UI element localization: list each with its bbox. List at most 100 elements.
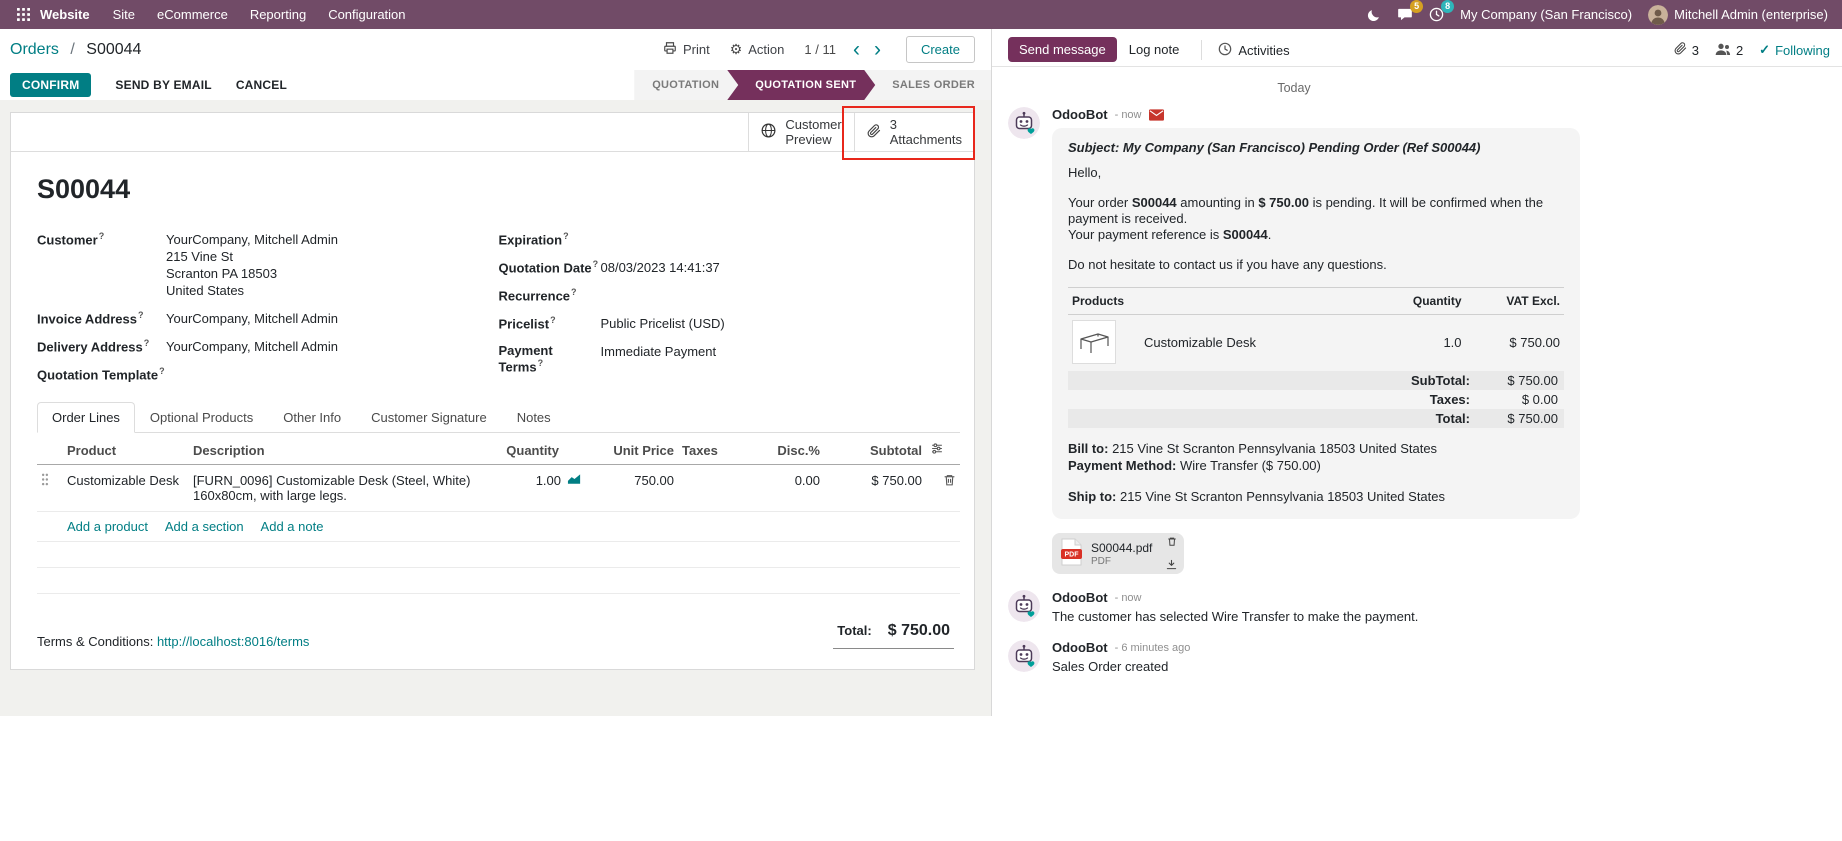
message-author[interactable]: OdooBot: [1052, 640, 1108, 655]
tab-order-lines[interactable]: Order Lines: [37, 402, 135, 433]
forecast-chart-icon[interactable]: [567, 473, 582, 488]
customer-value[interactable]: YourCompany, Mitchell Admin 215 Vine St …: [166, 231, 338, 299]
menu-configuration[interactable]: Configuration: [317, 0, 416, 29]
optional-columns-header[interactable]: [926, 433, 960, 465]
tab-other-info[interactable]: Other Info: [268, 402, 356, 433]
invoice-address-value[interactable]: YourCompany, Mitchell Admin: [166, 310, 338, 327]
attachment-filetype: PDF: [1091, 556, 1152, 567]
customer-preview-button[interactable]: Customer Preview: [748, 113, 853, 151]
add-a-note-link[interactable]: Add a note: [261, 519, 324, 534]
activities-button[interactable]: Activities: [1212, 37, 1295, 64]
terms-link[interactable]: http://localhost:8016/terms: [157, 634, 309, 649]
line-product[interactable]: Customizable Desk: [63, 465, 189, 512]
line-description[interactable]: [FURN_0096] Customizable Desk (Steel, Wh…: [189, 465, 494, 512]
message-author[interactable]: OdooBot: [1052, 590, 1108, 605]
menu-ecommerce[interactable]: eCommerce: [146, 0, 239, 29]
attachment-filename[interactable]: S00044.pdf: [1091, 541, 1152, 556]
stage-quotation-sent[interactable]: QUOTATION SENT: [727, 70, 876, 100]
cancel-button[interactable]: CANCEL: [236, 78, 287, 92]
download-attachment-icon[interactable]: [1166, 559, 1177, 570]
user-avatar: [1648, 5, 1668, 25]
product-column-header[interactable]: Product: [63, 433, 189, 465]
message-author[interactable]: OdooBot: [1052, 107, 1108, 122]
message-header: OdooBot - now: [1052, 590, 1580, 605]
paperclip-icon: [867, 123, 881, 142]
products-column: Products: [1068, 288, 1375, 315]
help-tooltip: ?: [571, 287, 577, 297]
date-divider: Today: [1008, 81, 1580, 95]
message-time: - now: [1115, 109, 1142, 121]
payment-terms-value[interactable]: Immediate Payment: [601, 343, 717, 374]
menu-reporting[interactable]: Reporting: [239, 0, 317, 29]
print-button[interactable]: Print: [663, 41, 710, 58]
payment-terms-label: Payment Terms?: [499, 343, 601, 374]
line-quantity[interactable]: 1.00: [494, 465, 586, 512]
email-products-table: Products Quantity VAT Excl. Customizable…: [1068, 287, 1564, 369]
line-taxes[interactable]: [678, 465, 744, 512]
order-line-row[interactable]: Customizable Desk [FURN_0096] Customizab…: [37, 465, 960, 512]
invoice-address-label: Invoice Address?: [37, 310, 166, 327]
subtotal-column-header[interactable]: Subtotal: [824, 433, 926, 465]
tab-customer-signature[interactable]: Customer Signature: [356, 402, 502, 433]
disc-column-header[interactable]: Disc.%: [744, 433, 824, 465]
odoobot-avatar: [1008, 107, 1040, 139]
send-by-email-button[interactable]: SEND BY EMAIL: [115, 78, 211, 92]
create-button[interactable]: Create: [906, 36, 975, 63]
add-a-section-link[interactable]: Add a section: [165, 519, 244, 534]
messages-icon[interactable]: 5: [1397, 7, 1413, 22]
log-note-button[interactable]: Log note: [1117, 37, 1192, 62]
action-menu-button[interactable]: ⚙ Action: [730, 41, 785, 58]
activities-clock-icon[interactable]: 8: [1429, 7, 1444, 22]
description-column-header[interactable]: Description: [189, 433, 494, 465]
quantity-column-header[interactable]: Quantity: [494, 433, 586, 465]
line-disc[interactable]: 0.00: [744, 465, 824, 512]
apps-grid-icon[interactable]: [10, 8, 36, 21]
dark-mode-moon-icon[interactable]: [1367, 8, 1381, 22]
pager-previous-icon[interactable]: ‹: [848, 42, 865, 58]
attachment-card[interactable]: PDF S00044.pdf PDF: [1052, 533, 1184, 574]
handle-column-header: [37, 433, 63, 465]
menu-site[interactable]: Site: [102, 0, 146, 29]
sheet-background: Customer Preview 3 Attachments: [0, 100, 991, 716]
delete-line-icon[interactable]: [926, 465, 960, 512]
app-name[interactable]: Website: [40, 7, 90, 22]
stage-sales-order[interactable]: SALES ORDER: [864, 70, 991, 100]
tab-notes[interactable]: Notes: [502, 402, 566, 433]
stage-quotation[interactable]: QUOTATION: [634, 70, 739, 100]
drag-handle-icon[interactable]: [37, 465, 63, 512]
email-total-row: Total:$ 750.00: [1068, 409, 1564, 428]
message-time: - now: [1115, 592, 1142, 604]
taxes-column-header[interactable]: Taxes: [678, 433, 744, 465]
send-message-button[interactable]: Send message: [1008, 37, 1117, 62]
email-greeting: Hello,: [1068, 165, 1564, 181]
customer-label: Customer?: [37, 231, 166, 299]
breadcrumb-orders-link[interactable]: Orders: [10, 41, 59, 58]
pager-next-icon[interactable]: ›: [869, 42, 886, 58]
statusbar-row: CONFIRM SEND BY EMAIL CANCEL QUOTATION Q…: [0, 70, 991, 100]
stage-statusbar: QUOTATION QUOTATION SENT SALES ORDER: [634, 70, 991, 100]
quotation-date-value[interactable]: 08/03/2023 14:41:37: [601, 259, 720, 276]
tab-optional-products[interactable]: Optional Products: [135, 402, 268, 433]
user-menu[interactable]: Mitchell Admin (enterprise): [1648, 5, 1828, 25]
delivery-address-value[interactable]: YourCompany, Mitchell Admin: [166, 338, 338, 355]
attachments-counter-button[interactable]: 3: [1674, 41, 1699, 59]
followers-counter-button[interactable]: 2: [1715, 42, 1743, 59]
unit-price-column-header[interactable]: Unit Price: [586, 433, 678, 465]
attachments-button[interactable]: 3 Attachments: [854, 113, 974, 151]
field-quotation-date: Quotation Date? 08/03/2023 14:41:37: [499, 259, 935, 276]
message-note: OdooBot - 6 minutes ago Sales Order crea…: [1008, 640, 1580, 674]
svg-text:PDF: PDF: [1065, 552, 1080, 559]
following-button[interactable]: ✓ Following: [1759, 42, 1830, 58]
chatter-meta: 3 2 ✓ Following: [1674, 37, 1830, 59]
field-pricelist: Pricelist? Public Pricelist (USD): [499, 315, 935, 332]
order-lines-table: Product Description Quantity Unit Price …: [37, 433, 960, 594]
pricelist-value[interactable]: Public Pricelist (USD): [601, 315, 725, 332]
add-a-product-link[interactable]: Add a product: [67, 519, 148, 534]
line-unit-price[interactable]: 750.00: [586, 465, 678, 512]
company-switcher[interactable]: My Company (San Francisco): [1460, 7, 1632, 22]
delete-attachment-icon[interactable]: [1167, 536, 1177, 547]
confirm-button[interactable]: CONFIRM: [10, 73, 91, 97]
add-links-row: Add a product Add a section Add a note: [37, 512, 960, 542]
help-tooltip: ?: [563, 231, 569, 241]
field-customer: Customer? YourCompany, Mitchell Admin 21…: [37, 231, 473, 299]
